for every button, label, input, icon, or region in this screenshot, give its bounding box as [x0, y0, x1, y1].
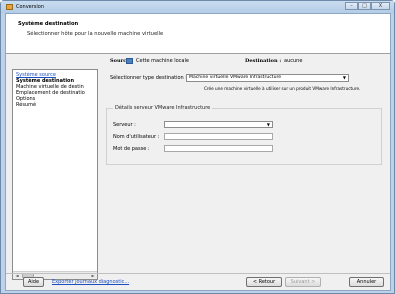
wizard-steps-list: Système source Système destination Machi… — [12, 69, 98, 280]
server-label: Serveur : — [113, 122, 136, 128]
help-button[interactable]: Aide — [23, 277, 44, 287]
computer-icon — [126, 58, 133, 64]
close-button[interactable]: X — [371, 2, 390, 10]
password-field[interactable] — [164, 145, 273, 152]
maximize-button[interactable]: □ — [358, 2, 371, 10]
export-diagnostics-link[interactable]: Exporter journaux diagnostic... — [52, 279, 129, 285]
destination-value: aucune — [284, 58, 303, 64]
sidebar-item-summary: Résumé — [16, 102, 37, 108]
page-title: Système destination — [18, 21, 79, 27]
server-details-title: Détails serveur VMware Infrastructure — [113, 105, 213, 111]
destination-type-label: Sélectionner type destination : — [110, 75, 187, 81]
source-value: Cette machine locale — [136, 58, 189, 64]
next-button: Suivant > — [285, 277, 321, 287]
destination-type-select[interactable]: Machine virtuelle VMware Infrastructure … — [186, 74, 349, 82]
destination-label: Destination : — [245, 58, 282, 64]
converter-window: Conversion – □ X Système destination Sél… — [0, 0, 395, 294]
dialog-body: Système destination Sélectionner hôte po… — [5, 13, 391, 291]
main-panel: Source : Cette machine locale Destinatio… — [106, 58, 386, 278]
chevron-down-icon: ▼ — [266, 122, 270, 127]
server-details-group: Détails serveur VMware Infrastructure Se… — [106, 105, 382, 165]
password-label: Mot de passe : — [113, 146, 150, 152]
destination-type-value: Machine virtuelle VMware Infrastructure — [189, 75, 282, 80]
page-header: Système destination Sélectionner hôte po… — [6, 14, 390, 54]
username-label: Nom d'utilisateur : — [113, 134, 160, 140]
username-field[interactable] — [164, 133, 273, 140]
page-subtitle: Sélectionner hôte pour la nouvelle machi… — [27, 31, 164, 37]
window-title: Conversion — [16, 4, 45, 10]
title-bar[interactable]: Conversion – □ X — [1, 1, 394, 13]
destination-type-help: Crée une machine virtuelle à utiliser su… — [204, 86, 361, 91]
server-combobox[interactable]: ▼ — [164, 121, 273, 128]
back-button[interactable]: < Retour — [246, 277, 282, 287]
cancel-button[interactable]: Annuler — [349, 277, 384, 287]
footer-separator — [6, 273, 390, 274]
window-controls: – □ X — [345, 2, 390, 10]
app-icon — [6, 4, 13, 10]
minimize-button[interactable]: – — [345, 2, 358, 10]
chevron-down-icon: ▼ — [342, 75, 346, 80]
